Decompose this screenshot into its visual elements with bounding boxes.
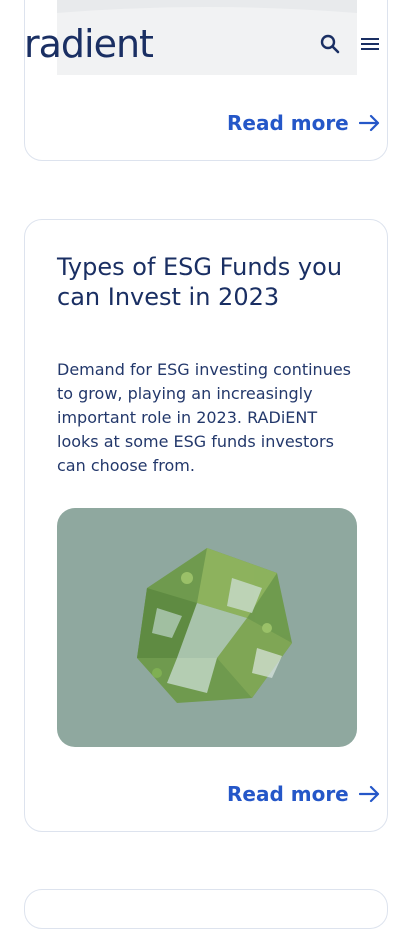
site-header: radient — [0, 0, 414, 88]
article-card: Types of ESG Funds you can Invest in 202… — [24, 219, 388, 832]
arrow-right-icon — [358, 785, 379, 803]
arrow-right-icon — [358, 114, 379, 132]
article-image[interactable] — [57, 508, 357, 747]
esg-illustration — [137, 548, 292, 703]
read-more-label: Read more — [227, 111, 349, 135]
read-more-link[interactable]: Read more — [227, 111, 381, 135]
search-button[interactable] — [316, 30, 344, 58]
read-more-label: Read more — [227, 782, 349, 806]
search-icon — [320, 34, 340, 54]
article-title[interactable]: Types of ESG Funds you can Invest in 202… — [57, 252, 357, 312]
read-more-link[interactable]: Read more — [227, 782, 381, 806]
article-card — [24, 889, 388, 929]
hamburger-icon — [361, 38, 379, 50]
menu-button[interactable] — [356, 30, 384, 58]
radient-logo[interactable]: radient — [24, 24, 154, 64]
article-description: Demand for ESG investing continues to gr… — [57, 360, 352, 475]
